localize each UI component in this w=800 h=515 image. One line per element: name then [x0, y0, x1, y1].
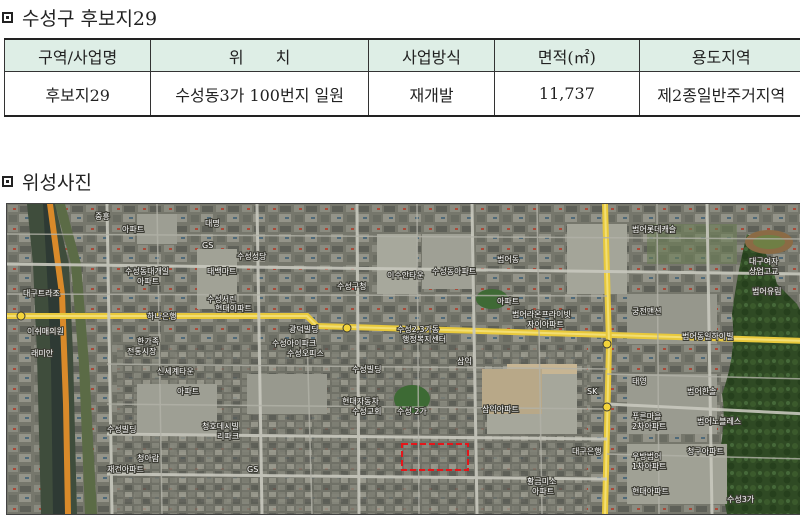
map-label: 수성동아파트 [432, 266, 476, 276]
map-label: 수성동대개일 [125, 266, 169, 276]
map-label: 수성성당 [237, 251, 267, 261]
map-label: 래미안 [31, 348, 54, 358]
map-label: 행정복지센터 [402, 334, 446, 344]
info-table: 구역/사업명 위 치 사업방식 면적(㎡) 용도지역 후보지29 수성동3가 1… [4, 38, 800, 117]
map-label: 자이아파트 [527, 319, 564, 329]
map-label: 신세계타운 [157, 366, 194, 376]
header-district: 구역/사업명 [5, 39, 151, 72]
map-label: 아파트 [122, 224, 144, 234]
map-label: 태영 [632, 376, 647, 386]
map-label: 이쉬매의원 [27, 326, 64, 336]
map-label: 이수안타운 [387, 270, 424, 280]
map-label: GS [247, 465, 258, 474]
map-label: 현대아파트 [632, 486, 669, 496]
map-label: 대명 [205, 218, 220, 228]
square-bullet-icon [2, 12, 13, 23]
map-label: 청구아파트 [687, 446, 724, 456]
map-label: 청아람 [137, 453, 160, 463]
header-project-type: 사업방식 [368, 39, 494, 72]
satellite-image: 중흥 아파트 대명 GS 수성성당 수성동대개일 아파트 대구트라조 태백마트 … [7, 204, 800, 514]
cell-zoning: 제2종일반주거지역 [639, 72, 800, 117]
map-label: 대구여자 [749, 256, 779, 266]
map-label: 아파트 [497, 296, 519, 306]
map-label: GS [202, 241, 213, 250]
map-label: 범어동일하이빌 [682, 331, 734, 341]
square-bullet-icon [2, 176, 13, 187]
map-label: 황금미소 [527, 476, 556, 486]
map-label: 아파트 [137, 276, 159, 286]
map-label: 수성빌딩 [107, 424, 136, 434]
section-title: 위성사진 [22, 168, 92, 195]
map-label: 현대이파트 [215, 303, 252, 313]
map-label: 궁전맨션 [632, 306, 661, 316]
map-label: 수성교회 [352, 407, 381, 416]
cell-district: 후보지29 [5, 72, 151, 117]
map-label: 수성 2가 [397, 407, 427, 416]
map-label: 상업고교 [749, 266, 778, 276]
map-label: 삼익 [457, 356, 472, 366]
map-label: 범어라온프라이빗 [512, 309, 571, 319]
cell-area: 11,737 [495, 72, 639, 117]
section-title: 수성구 후보지29 [22, 4, 157, 31]
map-label: 우방범어 [632, 451, 661, 461]
map-label: 현대자동차 [342, 397, 379, 406]
section-heading-candidate: 수성구 후보지29 [2, 4, 157, 31]
map-label: 대구은행 [572, 446, 601, 456]
map-label: 수성서린 [207, 294, 236, 304]
map-label: 수성아이파크 [272, 338, 316, 348]
map-label: 광덕빌딩 [289, 324, 318, 334]
map-label: 수성3가 [727, 495, 755, 504]
map-label: 대구트라조 [23, 289, 60, 298]
map-label: 삼익아파트 [482, 404, 519, 414]
map-label: 리파크 [217, 432, 239, 441]
map-label: 수성오피스 [287, 349, 324, 358]
map-label: 수성빌딩 [352, 364, 381, 374]
map-label: 한가족 [137, 337, 159, 346]
map-label: 2차아파트 [632, 421, 667, 431]
map-label: 중흥 [95, 211, 110, 221]
map-label: 재건아파트 [107, 464, 144, 474]
satellite-photo: 중흥 아파트 대명 GS 수성성당 수성동대개일 아파트 대구트라조 태백마트 … [6, 203, 800, 515]
map-label: 청호데시빌 [202, 421, 239, 431]
section-heading-satellite: 위성사진 [2, 168, 92, 195]
map-label: 태백마트 [207, 266, 236, 276]
map-label: 하나은행 [147, 311, 176, 321]
cell-location: 수성동3가 100번지 일원 [151, 72, 369, 117]
header-location: 위 치 [151, 39, 369, 72]
table-header-row: 구역/사업명 위 치 사업방식 면적(㎡) 용도지역 [5, 39, 800, 72]
map-label: 아파트 [177, 386, 199, 396]
map-label: 범어노블레스 [697, 416, 741, 426]
map-label: 전통시장 [127, 346, 157, 356]
map-label: 푸른마을 [632, 412, 661, 421]
map-label: 아파트 [532, 486, 554, 496]
map-label: 범어유림 [752, 286, 781, 296]
header-area: 면적(㎡) [495, 39, 639, 72]
map-label: 범어한솔 [687, 386, 716, 396]
table-row: 후보지29 수성동3가 100번지 일원 재개발 11,737 제2종일반주거지… [5, 72, 800, 117]
header-zoning: 용도지역 [639, 39, 800, 72]
map-label: 수성구청 [337, 282, 366, 291]
cell-project-type: 재개발 [368, 72, 494, 117]
map-label: 범어롯데캐슬 [632, 224, 676, 234]
map-label: 범어동 [497, 254, 519, 264]
map-label: SK [587, 387, 598, 396]
map-label: 1차아파트 [632, 461, 667, 471]
map-label: 수성2,3가동 [397, 325, 439, 334]
